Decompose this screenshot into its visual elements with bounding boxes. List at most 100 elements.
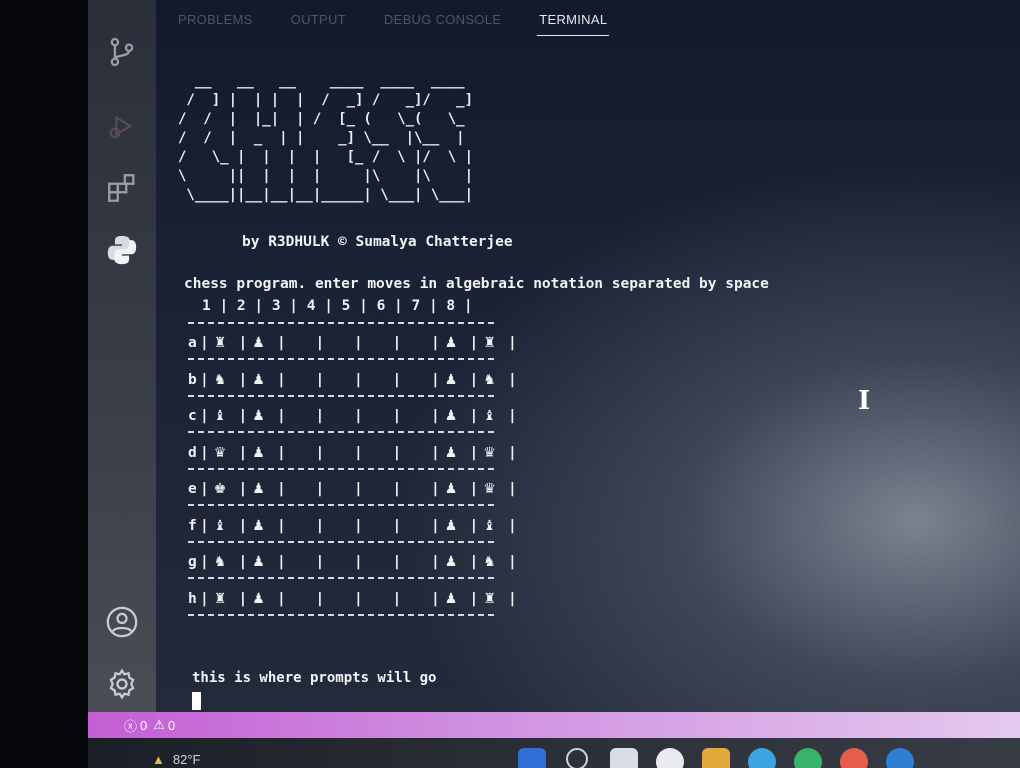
start-icon[interactable]	[518, 748, 546, 768]
warnings-indicator[interactable]: ⚠ 0	[153, 717, 175, 733]
board-separator	[188, 431, 494, 433]
cell-divider: |	[469, 371, 479, 388]
tab-terminal[interactable]: TERMINAL	[537, 8, 610, 36]
row-label: g	[188, 554, 197, 570]
cell-divider: |	[277, 444, 286, 461]
chess-piece: ♟	[444, 554, 458, 570]
chess-piece: ♟	[252, 371, 265, 388]
extensions-icon[interactable]	[102, 168, 142, 208]
board-cell: |	[393, 445, 432, 461]
text-cursor-icon: I	[858, 386, 871, 416]
tab-debug-console[interactable]: DEBUG CONSOLE	[382, 8, 503, 36]
chess-piece: ♜	[483, 335, 496, 351]
board-cell: |	[354, 372, 393, 388]
chess-piece: ♟	[444, 371, 458, 388]
warning-icon: ⚠	[153, 717, 165, 732]
cell-divider: |	[354, 481, 363, 497]
board-separator	[188, 504, 494, 506]
cell-divider: |	[238, 481, 248, 497]
weather-widget[interactable]: ▲ 82°F	[152, 752, 200, 767]
board-cell: | ♞	[200, 554, 239, 570]
error-icon: ⓧ	[124, 718, 138, 734]
search-icon[interactable]	[566, 748, 588, 768]
tab-problems[interactable]: PROBLEMS	[176, 8, 255, 36]
board-cell: | ♝	[200, 518, 239, 534]
chat-icon[interactable]	[656, 748, 684, 768]
chess-piece: ♟	[252, 444, 265, 461]
board-cell: | ♛	[200, 445, 239, 461]
chess-piece: ♟	[252, 481, 265, 497]
account-icon[interactable]	[102, 602, 142, 642]
cell-divider: |	[508, 481, 517, 497]
cell-divider: |	[469, 554, 479, 570]
cell-divider: |	[431, 517, 440, 534]
cell-divider: |	[354, 554, 363, 570]
cell-divider: |	[277, 554, 286, 570]
board-cell: |	[354, 408, 393, 424]
row-label: d	[188, 444, 197, 461]
tab-output[interactable]: OUTPUT	[289, 8, 348, 36]
cell-divider: |	[200, 590, 209, 607]
cell-divider: |	[508, 335, 517, 351]
cell-divider: |	[431, 590, 440, 607]
board-cell: |	[354, 335, 393, 351]
row-label: a	[188, 335, 197, 351]
board-cell: | ♟	[431, 372, 470, 388]
file-explorer-icon[interactable]	[702, 748, 730, 768]
chess-piece: ♟	[252, 335, 265, 351]
cell-divider: |	[238, 554, 248, 570]
board-header: 1 | 2 | 3 | 4 | 5 | 6 | 7 | 8 |	[202, 298, 473, 314]
cell-divider: |	[508, 444, 517, 461]
board-cell: | ♜	[200, 335, 239, 351]
board-cell: | ♜	[200, 591, 239, 607]
board-cell: |	[316, 591, 355, 607]
warning-count: 0	[167, 717, 176, 733]
board-cell: | ♟	[239, 554, 278, 570]
activity-bar	[88, 0, 156, 712]
board-separator	[188, 394, 494, 397]
chess-piece: ♚	[213, 481, 227, 497]
settings-gear-icon[interactable]	[102, 664, 142, 704]
chess-piece: ♜	[213, 590, 227, 607]
edge-beta-icon[interactable]	[794, 748, 822, 768]
task-view-icon[interactable]	[610, 748, 638, 768]
chess-ascii-logo: __ __ __ ____ ____ ____ / ] | | | | / _]…	[178, 73, 474, 203]
edge-dev-icon[interactable]	[886, 748, 914, 768]
board-cell: | ♟	[239, 372, 278, 388]
source-control-icon[interactable]	[102, 32, 142, 72]
board-cell: |	[354, 591, 393, 607]
cell-divider: |	[431, 408, 440, 424]
run-debug-icon[interactable]	[102, 106, 142, 146]
edge-icon[interactable]	[748, 748, 776, 768]
board-cell: | ♟	[431, 518, 470, 534]
board-cell: |	[277, 554, 316, 570]
screen-bezel	[0, 0, 88, 768]
python-icon[interactable]	[102, 230, 142, 270]
cell-divider: |	[508, 517, 517, 534]
chrome-icon[interactable]	[840, 748, 868, 768]
weather-icon: ▲	[152, 752, 165, 767]
cell-divider: |	[469, 590, 479, 607]
panel-tabs: PROBLEMS OUTPUT DEBUG CONSOLE TERMINAL	[176, 8, 610, 36]
errors-indicator[interactable]: ⓧ 0	[124, 716, 147, 735]
cell-divider: |	[431, 444, 440, 461]
board-cell: |	[393, 554, 432, 570]
cell-divider: |	[508, 371, 517, 388]
cell-divider: |	[315, 481, 325, 497]
chess-piece: ♝	[483, 517, 496, 534]
board-cell: | ♝	[470, 408, 509, 424]
cell-divider: |	[238, 517, 248, 534]
board-cell: | ♜	[470, 335, 509, 351]
board-row-b: b | ♞ | ♟ | | | | | ♟ | ♞ |	[188, 369, 517, 391]
board-separator	[188, 467, 494, 470]
cell-divider: |	[354, 517, 363, 534]
cell-divider: |	[277, 335, 286, 351]
board-cell: |	[277, 481, 316, 497]
row-label: c	[188, 408, 197, 424]
board-cell: |	[316, 554, 355, 570]
terminal-panel[interactable]: PROBLEMS OUTPUT DEBUG CONSOLE TERMINAL _…	[156, 0, 1020, 712]
prompt-line: this is where prompts will go	[192, 670, 437, 686]
row-label: e	[188, 481, 197, 497]
chess-piece: ♟	[252, 517, 265, 534]
board-cell: | ♝	[200, 408, 239, 424]
